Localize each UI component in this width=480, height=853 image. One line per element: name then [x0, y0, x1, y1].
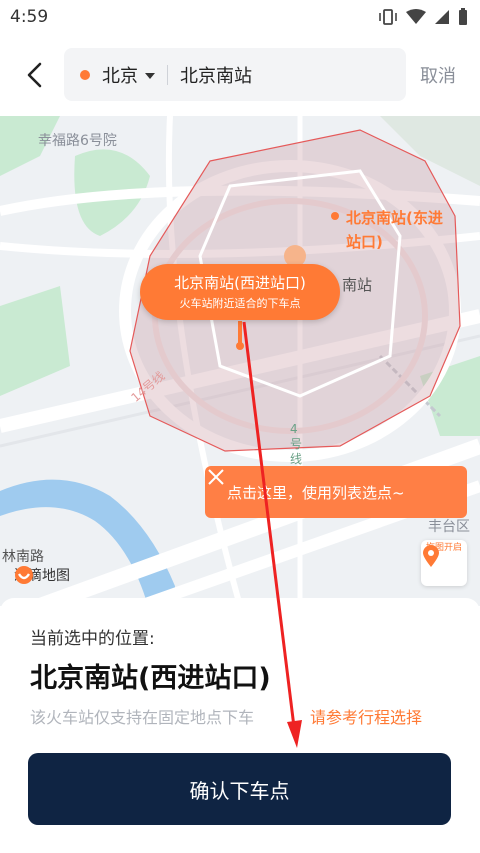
east-exit-label[interactable]: 北京南站(东进站口) [346, 206, 456, 254]
city-dot-icon [80, 69, 90, 80]
trip-reference-link[interactable]: 请参考行程选择 [310, 704, 422, 728]
search-box[interactable]: 北京 北京南站 [64, 48, 406, 101]
battery-icon [459, 8, 467, 25]
search-header: 北京 北京南站 取消 [0, 34, 480, 116]
close-icon[interactable] [205, 466, 227, 488]
location-pin-icon [423, 545, 439, 567]
status-bar: 4:59 [0, 0, 480, 34]
status-icons [378, 8, 468, 26]
bubble-title: 北京南站(西进站口) [174, 274, 306, 292]
drag-map-button[interactable]: 拖图开启 [421, 540, 467, 586]
bubble-subtitle: 火车站附近适合的下车点 [179, 297, 301, 310]
caret-down-icon[interactable] [145, 72, 155, 79]
current-location-label: 当前选中的位置: [30, 629, 155, 649]
district-label: 丰台区 [428, 519, 470, 535]
bottom-sheet: 当前选中的位置: 北京南站(西进站口) 该火车站仅支持在固定地点下车 请参考行程… [0, 598, 480, 853]
road-label: 林南路 [2, 549, 44, 565]
wifi-icon [406, 9, 426, 24]
street-label: 幸福路6号院 [38, 133, 117, 149]
status-time: 4:59 [10, 7, 49, 27]
didi-map-logo: 滴滴地图 [14, 565, 70, 585]
list-select-tip[interactable]: 点击这里，使用列表选点~ [205, 466, 467, 518]
confirm-dropoff-button[interactable]: 确认下车点 [28, 753, 451, 825]
location-name: 北京南站(西进站口) [30, 663, 271, 694]
tip-text: 点击这里，使用列表选点~ [227, 483, 405, 502]
didi-logo-icon [15, 566, 33, 584]
search-divider [167, 64, 168, 85]
station-label: 南站 [342, 276, 373, 294]
city-selector[interactable]: 北京 [102, 62, 138, 88]
map-canvas [0, 116, 480, 606]
search-input[interactable]: 北京南站 [180, 62, 252, 88]
selected-pin-bubble[interactable]: 北京南站(西进站口) 火车站附近适合的下车点 [140, 264, 340, 320]
back-arrow-icon [27, 62, 42, 88]
cancel-button[interactable]: 取消 [420, 62, 456, 88]
signal-icon [435, 10, 449, 24]
vibrate-icon [379, 9, 397, 25]
line4-label: 4号线 [290, 422, 303, 466]
back-button[interactable] [18, 58, 52, 92]
map-view[interactable]: 幸福路6号院 北京南站(东进站口) 南站 14号线 4号线 林南路 丰台区 北京… [0, 116, 480, 606]
restriction-note: 该火车站仅支持在固定地点下车 [30, 708, 255, 727]
